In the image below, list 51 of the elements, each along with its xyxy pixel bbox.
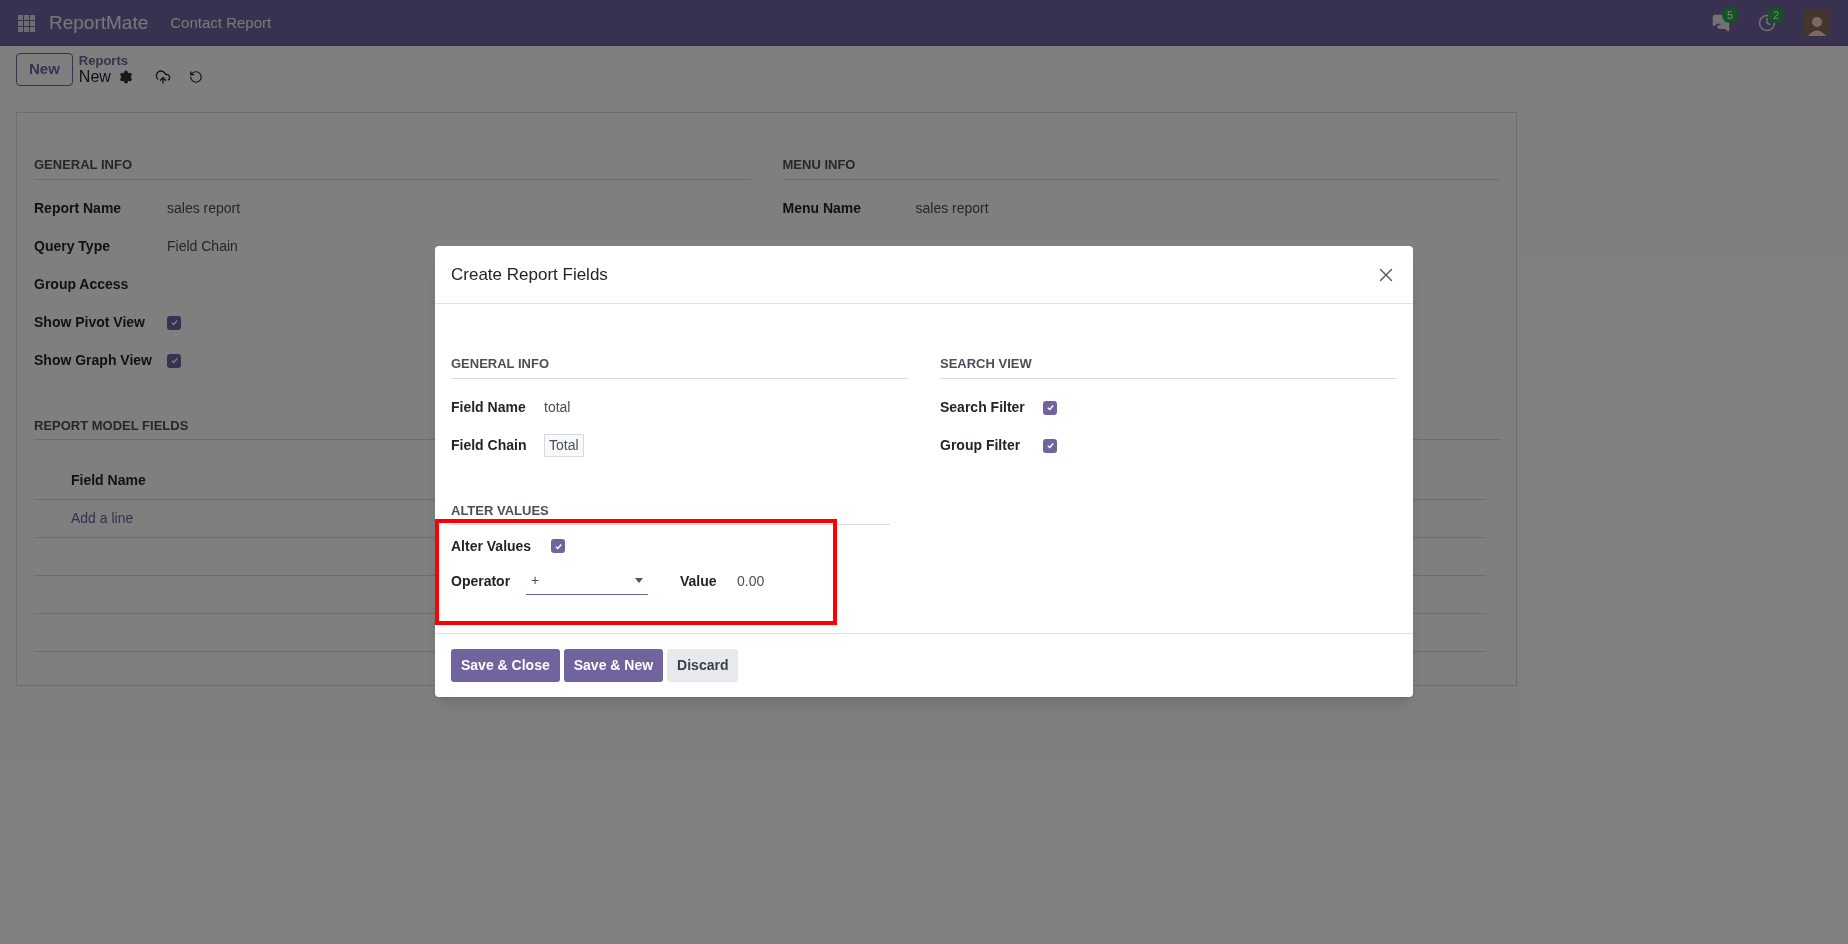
checkmark-icon bbox=[169, 318, 179, 327]
field-label: Show Pivot View bbox=[34, 313, 146, 332]
field-label: Menu Name bbox=[782, 199, 863, 218]
checkmark-icon bbox=[169, 356, 179, 365]
field-label: Value bbox=[680, 571, 718, 591]
field-label: Group Access bbox=[34, 275, 130, 294]
field-value[interactable]: sales report bbox=[915, 198, 989, 219]
value-field[interactable]: 0.00 bbox=[737, 570, 765, 592]
field-label: Search Filter bbox=[940, 398, 1026, 417]
column-header[interactable]: Field Name bbox=[71, 470, 146, 491]
cloud-upload-icon[interactable] bbox=[154, 69, 171, 85]
count-badge: 5 bbox=[1722, 7, 1739, 23]
record-title: New bbox=[78, 69, 111, 85]
checkbox[interactable] bbox=[1043, 438, 1057, 453]
field-name-value[interactable]: total bbox=[544, 397, 571, 418]
operator-select[interactable]: + bbox=[526, 567, 648, 595]
checkbox[interactable] bbox=[1043, 400, 1057, 415]
breadcrumb-link[interactable]: Reports bbox=[78, 53, 203, 69]
field-value[interactable]: sales report bbox=[167, 198, 241, 219]
field-label: Show Graph View bbox=[34, 351, 153, 370]
checkmark-icon bbox=[1045, 441, 1055, 450]
undo-icon[interactable] bbox=[188, 70, 203, 84]
avatar[interactable] bbox=[1804, 10, 1830, 36]
checkbox[interactable] bbox=[167, 353, 181, 368]
section-title: GENERAL INFO bbox=[34, 155, 751, 180]
section-title: MENU INFO bbox=[782, 155, 1499, 180]
field-label: Field Name bbox=[451, 398, 527, 417]
dialog-button[interactable]: Save & Close bbox=[451, 649, 560, 682]
checkbox[interactable] bbox=[167, 315, 181, 330]
settings-icon[interactable] bbox=[118, 70, 133, 84]
count-badge: 2 bbox=[1768, 7, 1785, 23]
caret-icon bbox=[635, 578, 643, 583]
field-label: Report Name bbox=[34, 199, 123, 218]
field-label: Alter Values bbox=[451, 536, 533, 556]
dialog-button[interactable]: Discard bbox=[667, 649, 739, 682]
add-line-link[interactable]: Add a line bbox=[71, 508, 134, 529]
field-label: Operator bbox=[451, 571, 512, 591]
field-chain-tag[interactable]: Total bbox=[544, 434, 584, 457]
app-name[interactable]: ReportMate bbox=[49, 8, 149, 38]
dialog-title: Create Report Fields bbox=[451, 263, 608, 286]
dialog-button[interactable]: Save & New bbox=[563, 649, 664, 682]
section-title: SEARCH VIEW bbox=[940, 354, 1397, 379]
new-button[interactable]: New bbox=[16, 52, 73, 86]
checkmark-icon bbox=[553, 541, 563, 551]
field-value[interactable]: Field Chain bbox=[167, 236, 238, 257]
field-label: Query Type bbox=[34, 237, 111, 256]
apps-grid-icon[interactable] bbox=[18, 14, 35, 32]
menu-item[interactable]: Contact Report bbox=[170, 11, 272, 35]
section-title: GENERAL INFO bbox=[451, 354, 908, 379]
checkbox[interactable] bbox=[551, 539, 565, 553]
checkmark-icon bbox=[1045, 403, 1055, 412]
